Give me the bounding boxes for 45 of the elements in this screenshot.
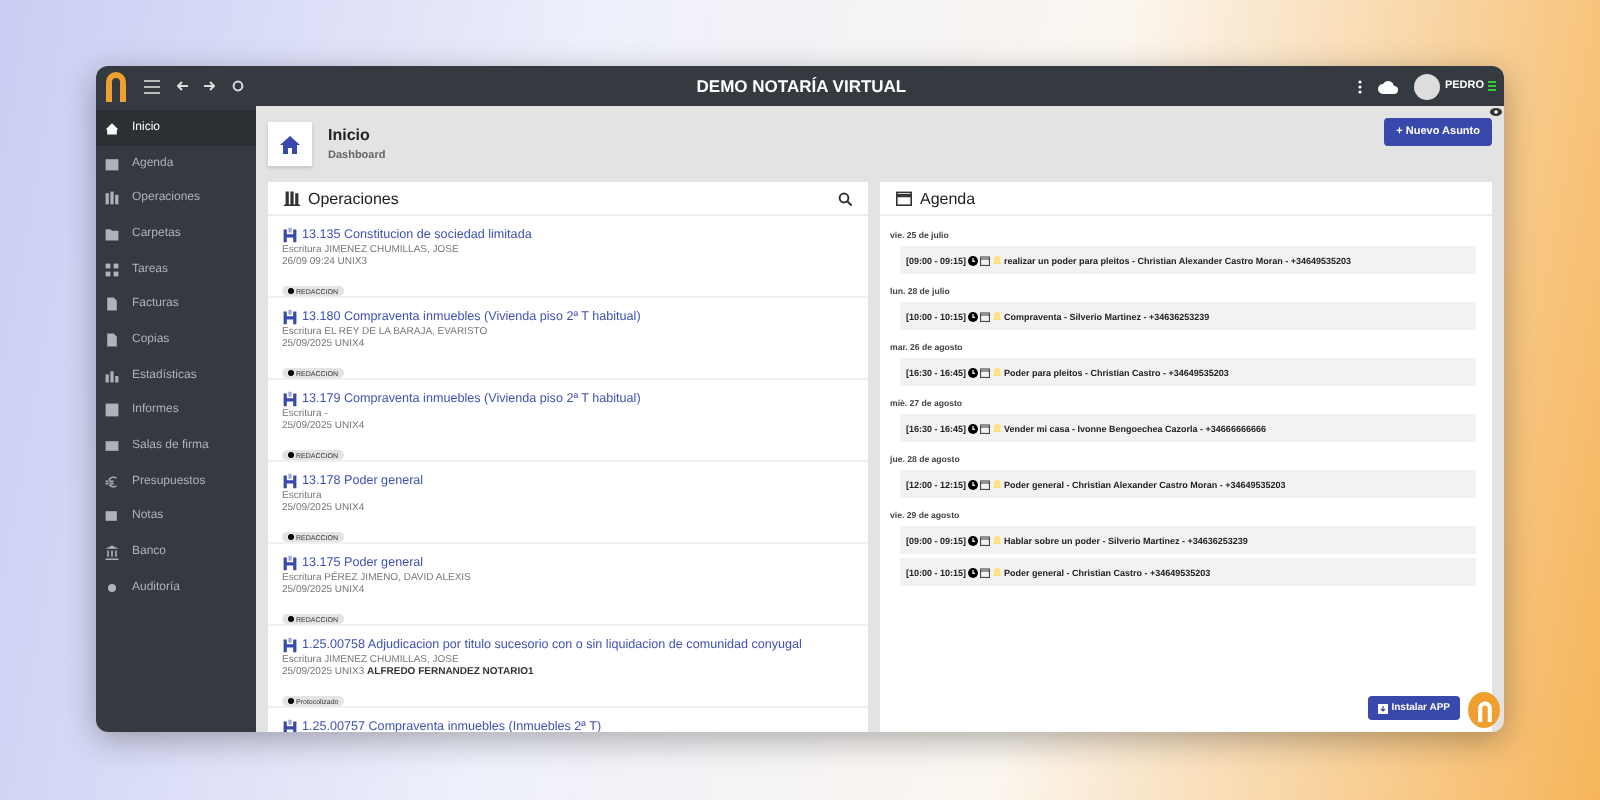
home-icon [268,122,312,166]
panel-title: Operaciones [308,189,399,207]
cloud-icon[interactable] [1378,79,1399,93]
file-icon [104,331,120,348]
bell-icon [992,254,1003,266]
bell-icon [992,310,1003,322]
page-title: Inicio [328,126,372,144]
books-icon [104,190,120,207]
clock-icon [968,255,979,265]
avatar[interactable] [1414,73,1441,99]
bell-icon [992,422,1003,434]
dot-icon [288,370,294,376]
clock-icon [968,311,979,321]
dot-icon [288,534,294,540]
tasks-icon [104,261,120,278]
bell-icon [992,566,1003,578]
bar-chart-icon [104,367,120,384]
dot-icon [288,452,294,458]
bell-icon [992,534,1003,546]
back-arrow-icon[interactable] [176,80,188,92]
forward-arrow-icon[interactable] [204,80,216,92]
clock-icon [968,535,979,545]
download-icon [1377,703,1388,713]
eye-icon[interactable] [1490,108,1502,116]
dot-icon [288,288,294,294]
panel-title: Agenda [920,189,976,207]
search-icon[interactable] [838,191,852,205]
home-icon [104,119,120,136]
dot-icon [288,616,294,622]
folder-icon [104,225,120,242]
menu-icon[interactable] [144,79,160,93]
bell-icon [992,478,1003,490]
window-title: DEMO NOTARÍA VIRTUAL [694,76,909,96]
clock-icon [968,567,979,577]
more-vertical-icon[interactable] [1358,79,1363,93]
books-icon [284,190,300,206]
bell-icon [992,366,1003,378]
clock-icon [968,423,979,433]
bank-icon [104,544,120,561]
clock-icon [968,367,979,377]
logo-icon [104,70,128,102]
menu-icon[interactable] [1488,80,1496,92]
dot-icon [288,698,294,704]
clock-icon [968,479,979,489]
euro-icon [104,473,120,490]
